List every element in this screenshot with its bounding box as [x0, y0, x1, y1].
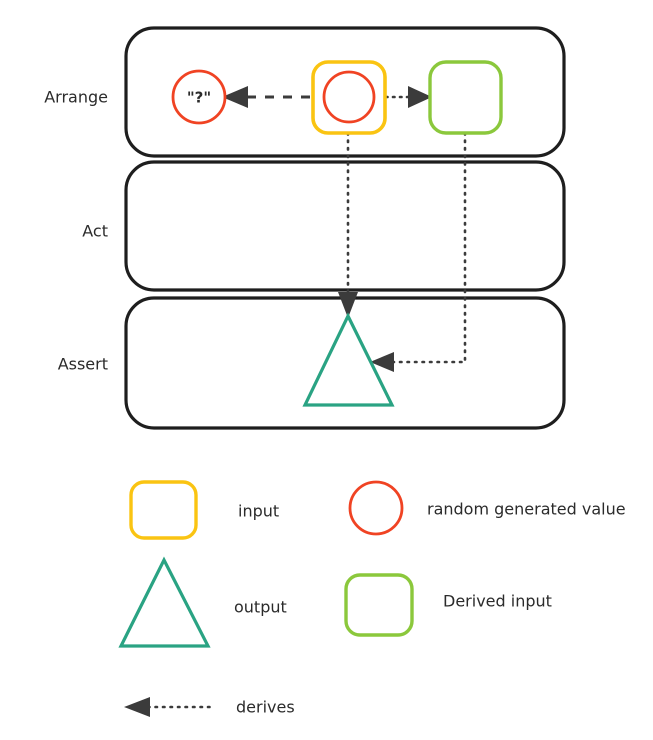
legend-input-swatch: [129, 480, 198, 540]
legend-derived-input-swatch: [344, 573, 414, 637]
question-value-label: "?": [187, 89, 211, 107]
legend: input random generated value output Deri…: [118, 480, 626, 717]
lane-act-label: Act: [82, 222, 108, 241]
lane-act-box: [124, 160, 566, 292]
lane-assert-label: Assert: [58, 355, 108, 374]
node-question-value[interactable]: "?": [171, 69, 227, 125]
node-input-random-value[interactable]: [322, 70, 376, 124]
lane-arrange-label: Arrange: [44, 88, 108, 107]
lane-assert: Assert: [58, 296, 566, 430]
legend-random-value-label: random generated value: [427, 500, 626, 519]
legend-derives-label: derives: [236, 698, 295, 717]
node-input-box[interactable]: [311, 60, 387, 135]
lane-act: Act: [82, 160, 566, 292]
node-derived-input-box[interactable]: [428, 60, 503, 135]
diagram-canvas: Arrange Act Assert "?" input random gene…: [0, 0, 653, 740]
derived-input-box-rect: [428, 60, 503, 135]
legend-input-label: input: [238, 502, 279, 521]
legend-output-label: output: [234, 598, 287, 617]
legend-derives-arrowhead: [124, 697, 150, 717]
legend-item-derives: derives: [124, 697, 295, 717]
legend-derived-input-label: Derived input: [443, 592, 552, 611]
legend-item-random-generated-value: random generated value: [348, 480, 626, 536]
legend-output-swatch: [118, 556, 211, 648]
legend-random-value-swatch: [348, 480, 404, 536]
legend-item-input: input: [129, 480, 279, 540]
legend-item-output: output: [118, 556, 287, 648]
legend-item-derived-input: Derived input: [344, 573, 552, 637]
